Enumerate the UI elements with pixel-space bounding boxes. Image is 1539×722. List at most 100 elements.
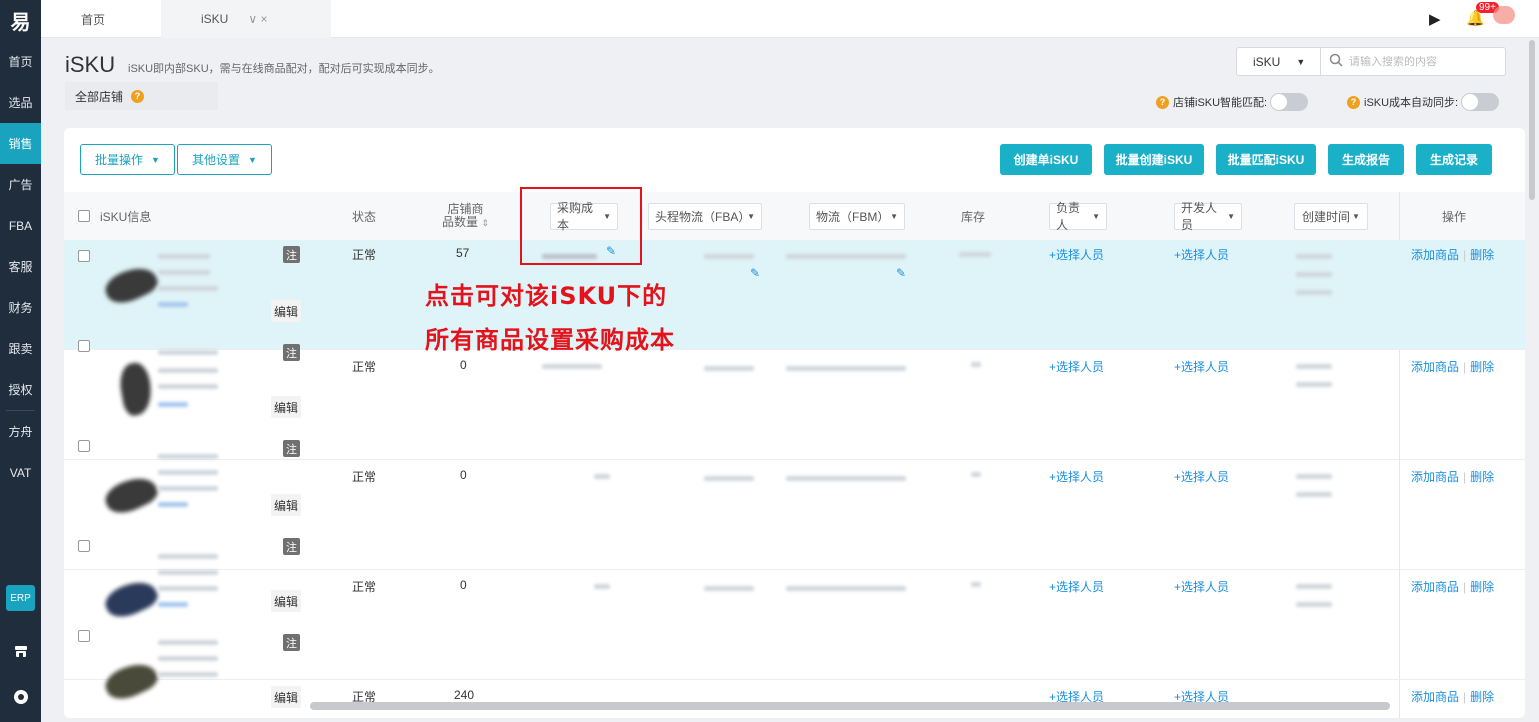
- smart-match-switch[interactable]: [1270, 93, 1309, 111]
- delete-link[interactable]: 删除: [1470, 470, 1494, 484]
- annotation-text-line2: 所有商品设置采购成本: [425, 326, 675, 354]
- sidebar-item-home[interactable]: 首页: [0, 41, 41, 82]
- select-developer-link[interactable]: +选择人员: [1174, 358, 1229, 375]
- create-single-isku-button[interactable]: 创建单iSKU: [1000, 144, 1092, 175]
- col-owner[interactable]: 负责人 ▼: [1049, 192, 1107, 240]
- select-owner-link[interactable]: +选择人员: [1049, 246, 1104, 263]
- generate-record-button[interactable]: 生成记录: [1416, 144, 1492, 175]
- note-tag[interactable]: 注: [283, 440, 300, 457]
- generate-report-button[interactable]: 生成报告: [1328, 144, 1404, 175]
- cost-sync-switch[interactable]: [1461, 93, 1500, 111]
- select-owner-link[interactable]: +选择人员: [1049, 578, 1104, 595]
- help-icon[interactable]: ?: [1347, 95, 1360, 109]
- col-fbm-logistics[interactable]: 物流（FBM） ▼: [809, 192, 905, 240]
- select-owner-link[interactable]: +选择人员: [1049, 358, 1104, 375]
- tab-close-icon[interactable]: ∨ ×: [248, 12, 267, 26]
- note-tag[interactable]: 注: [283, 246, 300, 263]
- note-tag[interactable]: 注: [283, 538, 300, 555]
- row-checkbox[interactable]: [78, 340, 90, 352]
- add-product-link[interactable]: 添加商品: [1411, 690, 1459, 704]
- app-logo[interactable]: 易: [0, 0, 41, 41]
- help-circle-icon[interactable]: [10, 686, 31, 707]
- blurred-text: [704, 254, 754, 259]
- fba-logistics-filter[interactable]: 头程物流（FBA） ▼: [648, 202, 762, 230]
- row-checkbox[interactable]: [78, 630, 90, 642]
- blurred-text: [1296, 584, 1332, 589]
- add-product-link[interactable]: 添加商品: [1411, 470, 1459, 484]
- fbm-logistics-filter[interactable]: 物流（FBM） ▼: [809, 202, 905, 230]
- sidebar-item-follow-sell[interactable]: 跟卖: [0, 328, 41, 369]
- search-input[interactable]: [1349, 55, 1499, 68]
- search-type-select[interactable]: iSKU ▼: [1237, 48, 1321, 75]
- sidebar-item-ads[interactable]: 广告: [0, 164, 41, 205]
- blurred-link[interactable]: [158, 402, 188, 407]
- developer-filter[interactable]: 开发人员 ▼: [1174, 201, 1242, 232]
- blurred-link[interactable]: [158, 502, 188, 507]
- tab-isku[interactable]: iSKU ∨ ×: [161, 0, 331, 38]
- help-icon[interactable]: ?: [131, 89, 145, 103]
- edit-button[interactable]: 编辑: [271, 396, 301, 418]
- row-checkbox[interactable]: [78, 440, 90, 452]
- other-settings-button[interactable]: 其他设置 ▼: [177, 144, 272, 175]
- blurred-link[interactable]: [158, 602, 188, 607]
- sidebar-item-finance[interactable]: 财务: [0, 287, 41, 328]
- delete-link[interactable]: 删除: [1470, 248, 1494, 262]
- row-checkbox[interactable]: [78, 540, 90, 552]
- blurred-text: [158, 486, 218, 491]
- edit-button[interactable]: 编辑: [271, 300, 301, 322]
- blurred-text: [1296, 492, 1332, 497]
- edit-fba-icon[interactable]: ✎: [750, 266, 760, 280]
- sidebar-item-sales[interactable]: 销售: [0, 123, 41, 164]
- edit-button[interactable]: 编辑: [271, 494, 301, 516]
- smart-match-toggle-row: ? 店铺iSKU智能匹配:: [1156, 93, 1309, 111]
- col-fba-logistics[interactable]: 头程物流（FBA） ▼: [648, 192, 762, 240]
- owner-filter[interactable]: 负责人 ▼: [1049, 201, 1107, 232]
- horizontal-scrollbar[interactable]: [310, 702, 1390, 710]
- select-owner-link[interactable]: +选择人员: [1049, 468, 1104, 485]
- batch-match-isku-button[interactable]: 批量匹配iSKU: [1216, 144, 1316, 175]
- erp-button[interactable]: ERP: [6, 585, 35, 611]
- delete-link[interactable]: 删除: [1470, 690, 1494, 704]
- add-product-link[interactable]: 添加商品: [1411, 248, 1459, 262]
- search-icon[interactable]: [1329, 53, 1343, 70]
- sidebar-item-fba[interactable]: FBA: [0, 205, 41, 246]
- store-icon[interactable]: [10, 640, 31, 661]
- note-tag[interactable]: 注: [283, 344, 300, 361]
- tab-isku-label: iSKU: [201, 12, 229, 26]
- caret-down-icon: ▼: [890, 211, 898, 221]
- delete-link[interactable]: 删除: [1470, 580, 1494, 594]
- blurred-text: [594, 474, 610, 479]
- created-at-filter[interactable]: 创建时间 ▼: [1294, 202, 1368, 230]
- edit-button[interactable]: 编辑: [271, 686, 301, 708]
- avatar[interactable]: [1493, 6, 1515, 24]
- sidebar-item-vat[interactable]: VAT: [0, 452, 41, 493]
- select-developer-link[interactable]: +选择人员: [1174, 468, 1229, 485]
- edit-fbm-icon[interactable]: ✎: [896, 266, 906, 280]
- vertical-scrollbar[interactable]: [1529, 40, 1535, 200]
- store-filter[interactable]: 全部店铺 ?: [65, 82, 218, 110]
- sidebar-item-ark[interactable]: 方舟: [0, 411, 41, 452]
- add-product-link[interactable]: 添加商品: [1411, 580, 1459, 594]
- sidebar-item-authorization[interactable]: 授权: [0, 369, 41, 410]
- col-store-count[interactable]: 店铺商 品数量 ⇕: [442, 192, 489, 240]
- edit-button[interactable]: 编辑: [271, 590, 301, 612]
- help-icon[interactable]: ?: [1156, 95, 1169, 109]
- note-tag[interactable]: 注: [283, 634, 300, 651]
- blurred-link[interactable]: [158, 302, 188, 307]
- sidebar-item-selection[interactable]: 选品: [0, 82, 41, 123]
- batch-create-isku-button[interactable]: 批量创建iSKU: [1104, 144, 1204, 175]
- sidebar-item-customer-service[interactable]: 客服: [0, 246, 41, 287]
- select-developer-link[interactable]: +选择人员: [1174, 578, 1229, 595]
- add-product-link[interactable]: 添加商品: [1411, 360, 1459, 374]
- col-developer[interactable]: 开发人员 ▼: [1174, 192, 1242, 240]
- play-icon[interactable]: ▶: [1429, 10, 1441, 28]
- select-developer-link[interactable]: +选择人员: [1174, 246, 1229, 263]
- col-created-at[interactable]: 创建时间 ▼: [1294, 192, 1368, 240]
- delete-link[interactable]: 删除: [1470, 360, 1494, 374]
- batch-ops-button[interactable]: 批量操作 ▼: [80, 144, 175, 175]
- select-all-checkbox[interactable]: [78, 192, 90, 240]
- row-checkbox[interactable]: [78, 250, 90, 262]
- tab-home[interactable]: 首页: [81, 0, 105, 38]
- status-text: 正常: [352, 248, 377, 262]
- sort-icon[interactable]: ⇕: [481, 218, 489, 228]
